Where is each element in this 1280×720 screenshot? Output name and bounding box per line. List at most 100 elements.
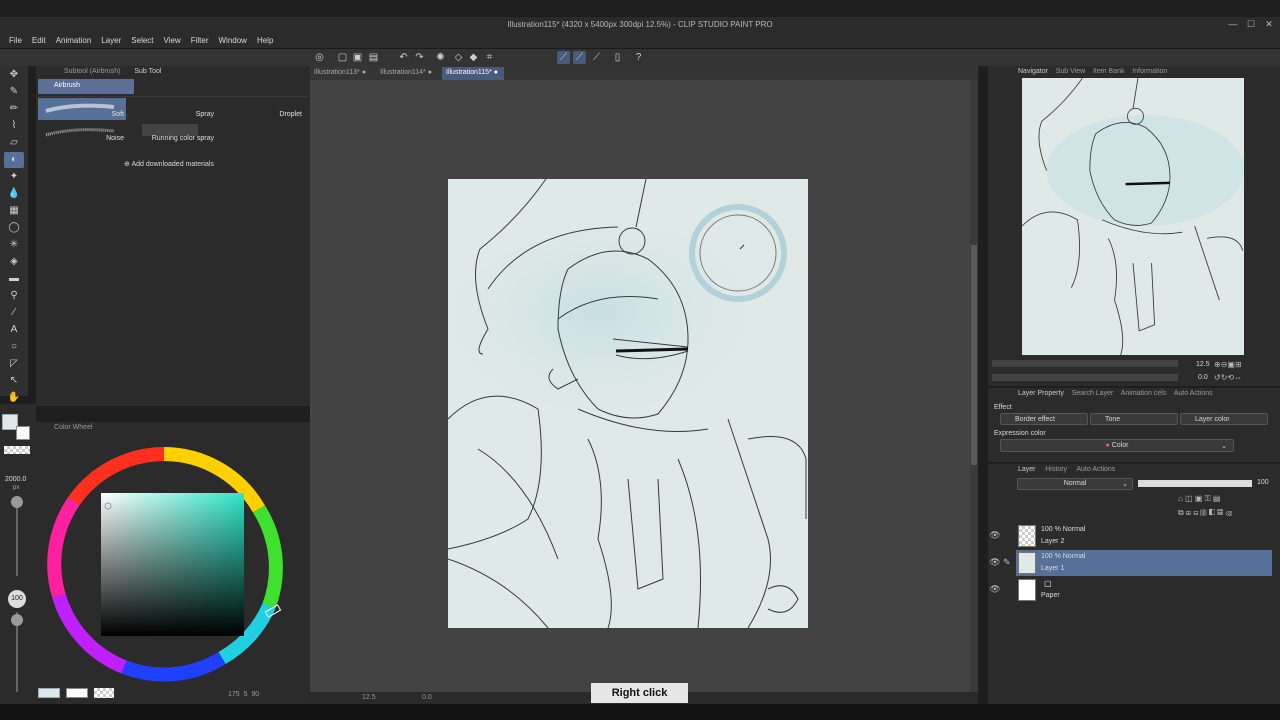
layer2-visibility-icon[interactable]: 👁 [988,530,1002,544]
transform-icon[interactable]: ⌗ [483,51,496,64]
opacity-handle[interactable] [11,614,23,626]
navigator-preview[interactable] [1022,78,1244,355]
tab-subtool-airbrush[interactable]: Subtool (Airbrush) [64,68,120,75]
tab-auto-actions-prop[interactable]: Auto Actions [1174,390,1213,397]
auto-select-icon[interactable]: ✳ [4,237,24,253]
blend-icon[interactable]: 💧 [4,186,24,202]
undo-icon[interactable]: ↶ [397,51,410,64]
menu-select[interactable]: Select [126,33,158,45]
text-icon[interactable]: A [4,322,24,338]
tab-auto-actions[interactable]: Auto Actions [1076,466,1115,473]
save-icon[interactable]: ▤ [367,51,380,64]
layer-lock-icons[interactable]: ⌂ ◫ ▣ ⚿ ▤ [1178,494,1221,504]
menu-view[interactable]: View [159,33,186,45]
layer1-visibility-icon[interactable]: 👁 [988,557,1002,571]
tab-search-layer[interactable]: Search Layer [1072,390,1114,397]
redo-icon[interactable]: ↷ [413,51,426,64]
snap-grid-icon[interactable]: ⟋ [590,51,603,64]
minimize-icon[interactable]: — [1226,19,1240,31]
fill-icon[interactable]: ◆ [467,51,480,64]
brush-icon[interactable]: ⌇ [4,118,24,134]
home-icon[interactable]: ◎ [313,51,326,64]
tab-illustration115[interactable]: Illustration115* ● [442,67,504,80]
help-icon[interactable]: ? [632,51,645,64]
pen-icon[interactable]: ✎ [4,84,24,100]
eraser-icon[interactable]: ▱ [4,135,24,151]
tab-history[interactable]: History [1045,466,1067,473]
border-effect-button[interactable]: Border effect [1000,413,1088,425]
menu-layer[interactable]: Layer [96,33,126,45]
vertical-scrollbar-thumb[interactable] [971,245,977,465]
brush-soft[interactable]: Soft [38,98,126,120]
fill-bucket-icon[interactable]: ◈ [4,254,24,270]
ruler-tool-icon[interactable]: ∕ [4,305,24,321]
tab-color-wheel[interactable]: Color Wheel [36,422,310,434]
airbrush-group-header[interactable]: Airbrush [38,79,134,94]
tab-sub-view[interactable]: Sub View [1056,68,1085,75]
canvas-paper[interactable] [448,179,808,628]
tab-animation-cels[interactable]: Animation cels [1121,390,1167,397]
tab-navigator[interactable]: Navigator [1018,68,1048,75]
expression-color-select[interactable]: ● Color ⌄ [1000,439,1234,452]
transparent-color-chip[interactable] [94,688,114,698]
brush-size-handle[interactable] [11,496,23,508]
open-icon[interactable]: ▣ [351,51,364,64]
tab-information[interactable]: Information [1132,68,1167,75]
zoom-value[interactable]: 12.5 [362,694,376,701]
color-wheel[interactable] [44,436,304,694]
menu-filter[interactable]: Filter [186,33,214,45]
menu-window[interactable]: Window [214,33,252,45]
sub-color-chip[interactable] [66,688,88,698]
pencil-icon[interactable]: ✏ [4,101,24,117]
brush-spray[interactable]: Spray [128,98,216,120]
decoration-icon[interactable]: ✦ [4,169,24,185]
menu-help[interactable]: Help [252,33,278,45]
tab-layer[interactable]: Layer [1018,466,1036,473]
add-downloaded-materials-button[interactable]: ⊕ Add downloaded materials [124,160,214,168]
brush-size-slider[interactable] [16,496,18,576]
main-color-chip[interactable] [38,688,60,698]
blend-mode-select[interactable]: Normal ⌄ [1017,478,1133,490]
menu-edit[interactable]: Edit [27,33,51,45]
eyedropper-icon[interactable]: ⚲ [4,288,24,304]
tab-sub-tool[interactable]: Sub Tool [134,68,161,75]
sub-color-swatch[interactable] [16,426,30,440]
snap-special-ruler-icon[interactable]: ⟋ [573,51,586,64]
layer-opacity-value[interactable]: 100 [1257,479,1269,486]
layer-row-paper[interactable]: ▢ Paper [1016,577,1272,603]
layer-row-layer2[interactable]: 100 % Normal Layer 2 [1016,523,1272,549]
close-icon[interactable]: ✕ [1262,19,1276,31]
move-icon[interactable]: ✥ [4,67,24,83]
maximize-icon[interactable]: ☐ [1244,19,1258,31]
tab-item-bank[interactable]: Item Bank [1093,68,1125,75]
navigator-rotation-slider[interactable] [992,374,1178,381]
airbrush-icon[interactable]: ◐ [4,152,24,168]
tab-layer-property[interactable]: Layer Property [1018,390,1064,397]
figure-icon[interactable]: ▦ [4,203,24,219]
gradient-icon[interactable]: ▬ [4,271,24,287]
layer-opacity-slider[interactable] [1138,480,1252,487]
frame-icon[interactable]: ◸ [4,356,24,372]
rotation-value[interactable]: 0.0 [422,694,432,701]
tone-button[interactable]: Tone [1090,413,1178,425]
snap-ruler-icon[interactable]: ⟋ [557,51,570,64]
layer-row-layer1[interactable]: 100 % Normal Layer 1 [1016,550,1272,576]
balloon-icon[interactable]: ○ [4,339,24,355]
clear-icon[interactable]: ◇ [452,51,465,64]
paper-visibility-icon[interactable]: 👁 [988,584,1002,598]
new-file-icon[interactable]: ▢ [336,51,349,64]
operation-icon[interactable]: ↖ [4,373,24,389]
lasso-icon[interactable]: ◯ [4,220,24,236]
ruler-icon[interactable]: ▯ [611,51,624,64]
navigator-zoom-slider[interactable] [992,360,1178,367]
brush-noise[interactable]: Noise [38,122,126,144]
zoom-buttons-icon[interactable]: ⊕⊖▣⊞ [1214,360,1242,369]
rotate-buttons-icon[interactable]: ↺↻⟲⇔ [1214,373,1242,382]
tab-illustration113[interactable]: Illustration113* ● [310,67,372,80]
tab-illustration114[interactable]: Illustration114* ● [376,67,438,80]
layer-action-icons[interactable]: ⧉ ⊞ ⊟ ▥ ◧ ▦ ⌫ [1178,508,1232,518]
loading-icon[interactable]: ✺ [434,51,447,64]
transparent-color-swatch[interactable] [4,446,30,454]
menu-animation[interactable]: Animation [51,33,97,45]
menu-file[interactable]: File [4,33,27,45]
